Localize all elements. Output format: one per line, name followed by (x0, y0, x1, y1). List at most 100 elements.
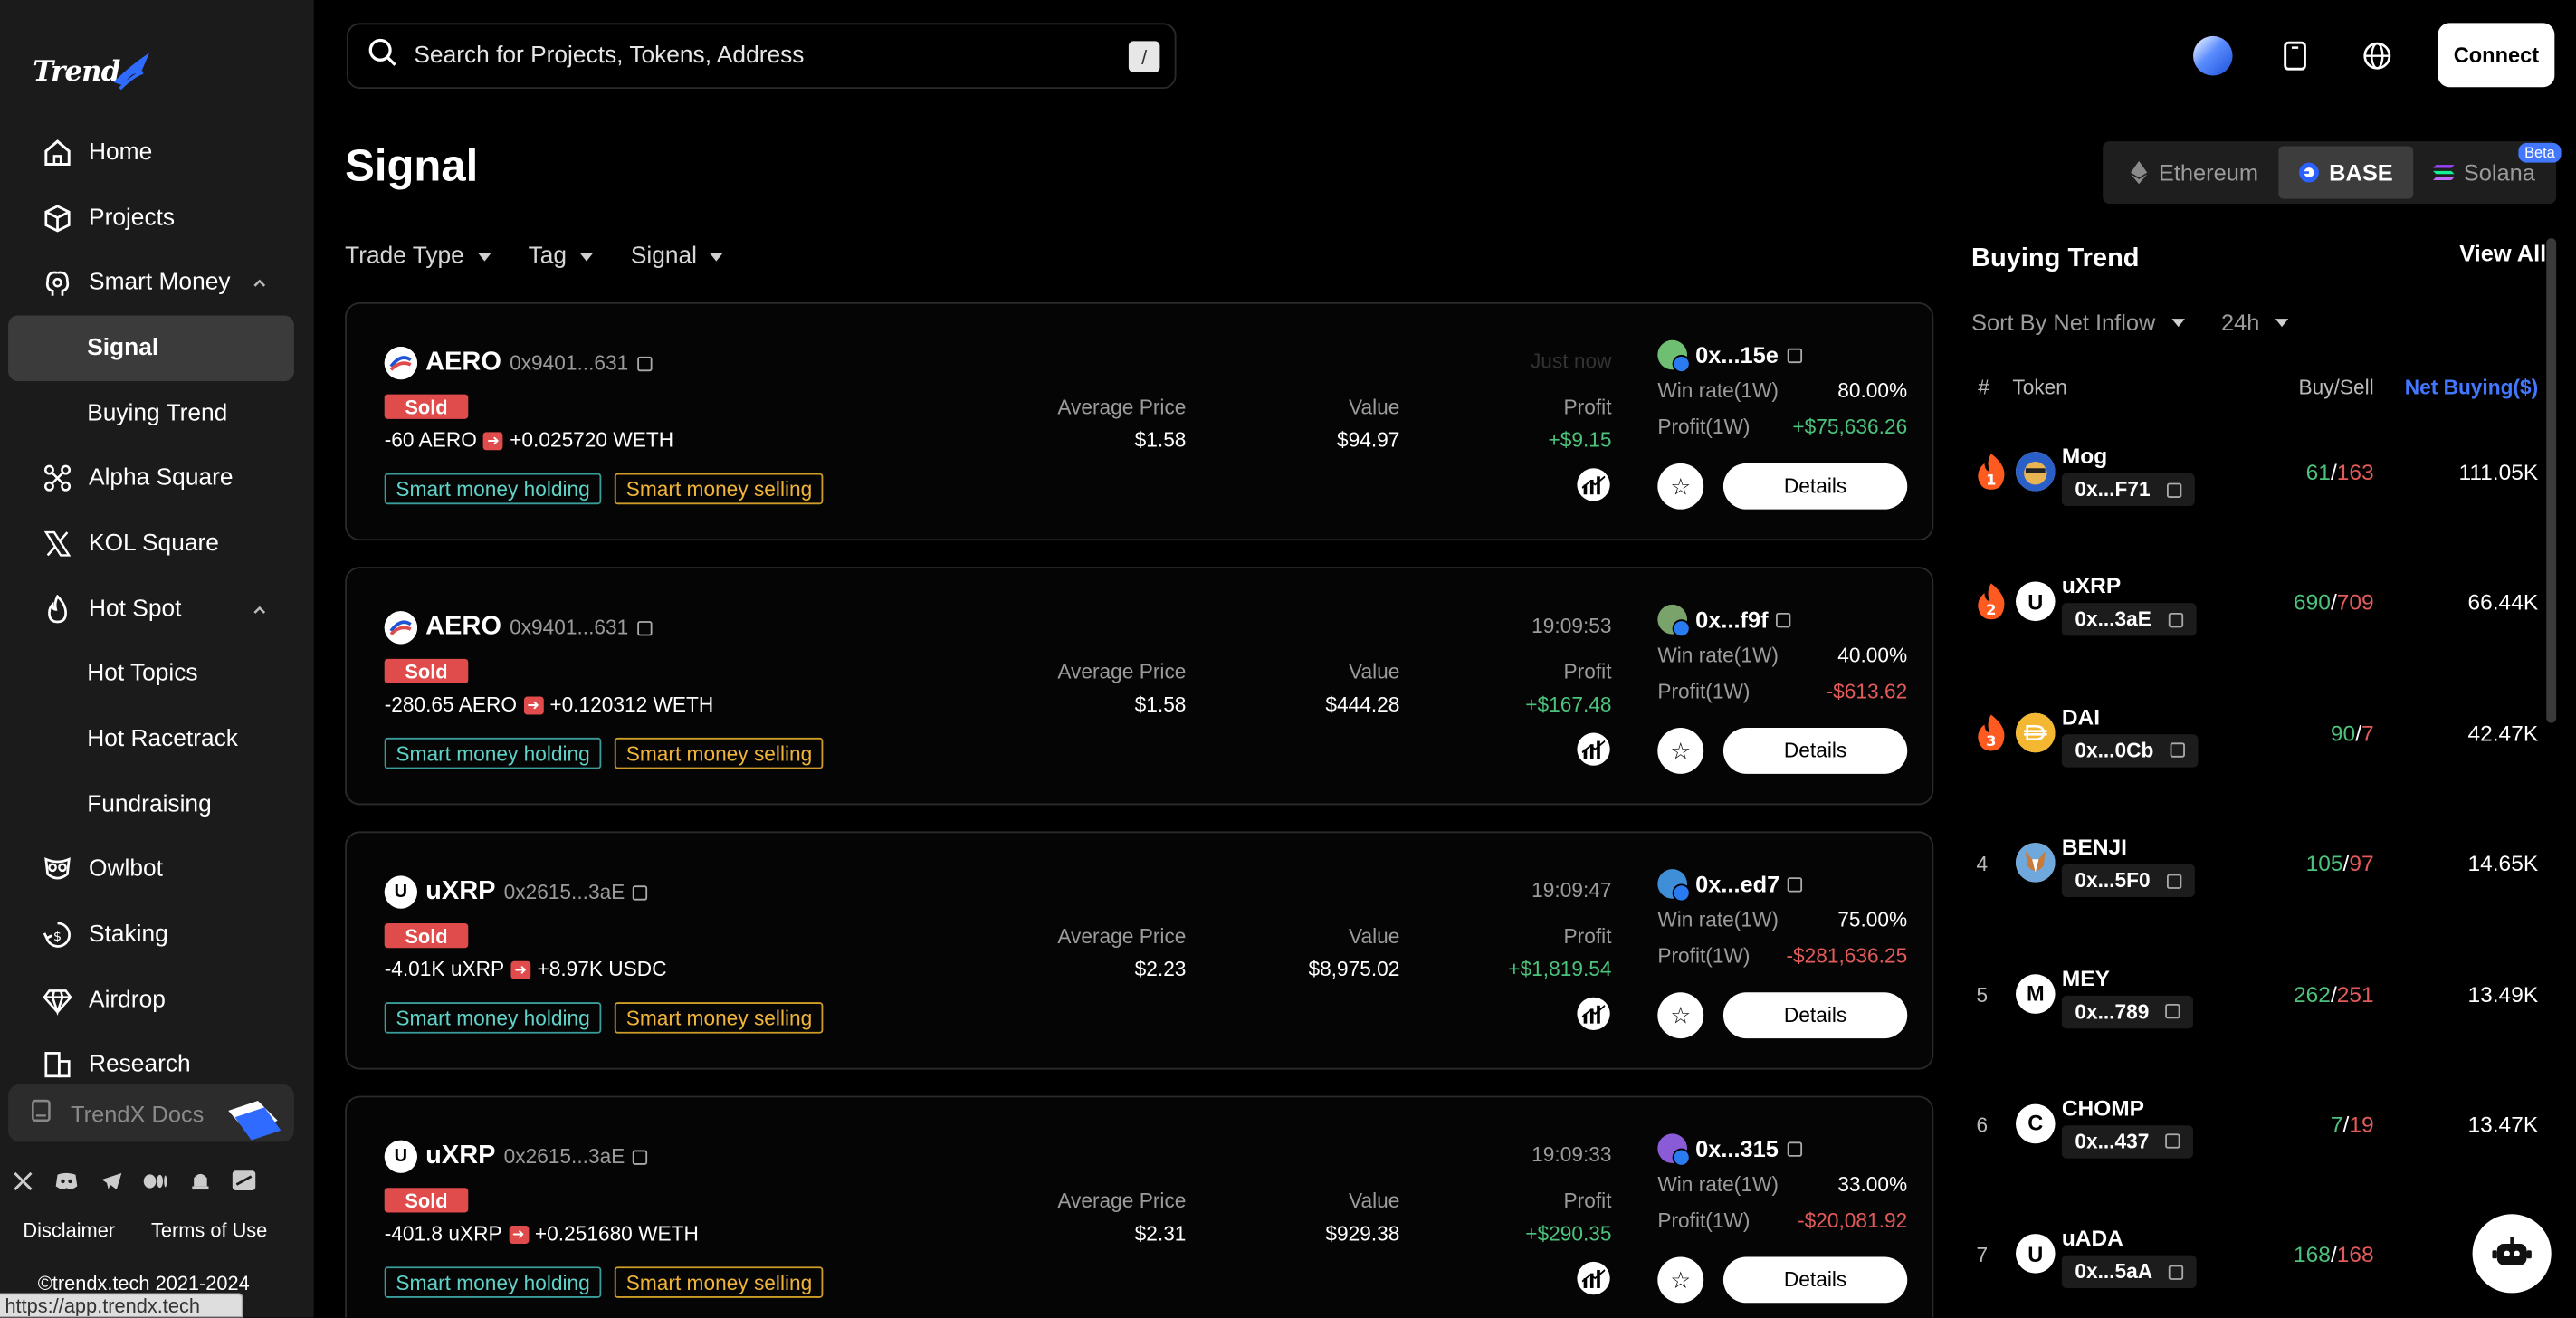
star-icon[interactable]: ☆ (1657, 1256, 1704, 1304)
token-address-chip[interactable]: 0x...3aE (2061, 603, 2196, 637)
copy-icon[interactable] (2166, 482, 2182, 498)
filter-tag[interactable]: Tag (529, 244, 594, 270)
chart-icon[interactable] (1577, 997, 1610, 1031)
col-net-buying[interactable]: Net Buying($) (2405, 377, 2538, 399)
bell-icon[interactable] (187, 1168, 212, 1192)
view-all-link[interactable]: View All (2459, 240, 2546, 266)
period-dropdown[interactable]: 24h (2221, 309, 2290, 335)
medium-icon[interactable] (143, 1168, 167, 1192)
details-button[interactable]: Details (1722, 463, 1908, 510)
token-name[interactable]: Mog (2062, 444, 2107, 468)
buying-trend-row[interactable]: 2 UuXRP 0x...3aE 690/709 66.44K (1971, 540, 2546, 670)
mobile-app-icon[interactable] (2274, 33, 2316, 76)
details-button[interactable]: Details (1722, 728, 1908, 774)
sidebar-item-home[interactable]: Home (8, 119, 294, 185)
terms-link[interactable]: Terms of Use (151, 1219, 267, 1242)
token-name[interactable]: CHOMP (2062, 1096, 2144, 1121)
token-name[interactable]: AERO (425, 349, 501, 378)
wallet-address[interactable]: 0x...ed7 (1695, 871, 1779, 897)
sidebar-item-projects[interactable]: Projects (8, 186, 294, 251)
search-input[interactable] (414, 43, 1072, 70)
gitbook-icon[interactable] (232, 1168, 256, 1192)
copy-icon[interactable] (636, 355, 652, 371)
sidebar-item-smart-money[interactable]: Smart Money (8, 251, 294, 316)
panel-scrollbar[interactable] (2546, 238, 2557, 723)
wallet-address-row[interactable]: 0x...315 (1657, 1133, 1907, 1167)
sidebar-item-owlbot[interactable]: Owlbot (8, 837, 294, 903)
tag-holding[interactable]: Smart money holding (384, 737, 602, 769)
copy-icon[interactable] (633, 884, 648, 900)
tag-holding[interactable]: Smart money holding (384, 473, 602, 505)
sidebar-item-signal[interactable]: Signal (8, 315, 294, 381)
sidebar-item-hot-racetrack[interactable]: Hot Racetrack (8, 707, 294, 772)
search-bar[interactable]: / (346, 23, 1177, 90)
token-address-chip[interactable]: 0x...0Cb (2061, 733, 2199, 768)
token-name[interactable]: BENJI (2062, 835, 2127, 859)
wallet-address-row[interactable]: 0x...f9f (1657, 604, 1907, 638)
chain-ethereum[interactable]: Ethereum (2108, 147, 2278, 199)
wallet-address[interactable]: 0x...f9f (1695, 606, 1769, 633)
buying-trend-row[interactable]: 6 C CHOMP 0x...437 7/19 13.47K (1971, 1061, 2546, 1191)
tag-holding[interactable]: Smart money holding (384, 1002, 602, 1034)
telegram-icon[interactable] (99, 1168, 123, 1192)
disclaimer-link[interactable]: Disclaimer (23, 1219, 115, 1242)
buying-trend-row[interactable]: 1 Mog 0x...F71 61/163 111.05K (1971, 409, 2546, 540)
filter-signal[interactable]: Signal (631, 244, 724, 270)
copy-icon[interactable] (2170, 742, 2185, 759)
tag-selling[interactable]: Smart money selling (615, 1266, 824, 1298)
filter-trade-type[interactable]: Trade Type (345, 244, 491, 270)
token-address-chip[interactable]: 0x...5aA (2061, 1256, 2198, 1289)
wallet-address-row[interactable]: 0x...15e (1657, 339, 1907, 374)
copy-icon[interactable] (633, 1149, 648, 1164)
trendx-docs-button[interactable]: TrendX Docs (8, 1084, 294, 1142)
chain-solana[interactable]: Solana Beta (2413, 142, 2562, 199)
buying-trend-row[interactable]: 7UuADA0x...5aA168/1681 (1971, 1191, 2546, 1317)
details-button[interactable]: Details (1722, 1256, 1908, 1304)
copy-icon[interactable] (2166, 873, 2182, 889)
token-name[interactable]: uXRP (2062, 574, 2121, 598)
sidebar-item-buying-trend[interactable]: Buying Trend (8, 381, 294, 446)
copy-icon[interactable] (636, 620, 652, 635)
star-icon[interactable]: ☆ (1657, 992, 1704, 1039)
buying-trend-row[interactable]: 5 M MEY 0x...789 262/251 13.49K (1971, 931, 2546, 1061)
token-address-chip[interactable]: 0x...789 (2061, 995, 2194, 1028)
signal-card[interactable]: UuXRP 0x2615...3aE Sold -4.01K uXRP ➜ +8.97K … (345, 831, 1934, 1070)
chevron-up-icon[interactable] (252, 597, 268, 614)
copy-icon[interactable] (1776, 612, 1792, 627)
buying-trend-row[interactable]: 3 DAI 0x...0Cb 90/7 42.47K (1971, 670, 2546, 800)
chart-icon[interactable] (1577, 1261, 1610, 1295)
token-name[interactable]: MEY (2062, 965, 2110, 989)
star-icon[interactable]: ☆ (1657, 728, 1704, 774)
sidebar-item-airdrop[interactable]: Airdrop (8, 968, 294, 1033)
chart-icon[interactable] (1577, 468, 1610, 501)
globe-icon[interactable] (2356, 33, 2399, 76)
token-name[interactable]: uADA (2062, 1227, 2123, 1251)
token-name[interactable]: uXRP (425, 877, 495, 907)
wallet-address[interactable]: 0x...315 (1695, 1135, 1779, 1161)
sidebar-item-hot-spot[interactable]: Hot Spot (8, 577, 294, 642)
signal-card[interactable]: AERO 0x9401...631 Sold -280.65 AERO ➜ +0.1203… (345, 567, 1934, 806)
tag-selling[interactable]: Smart money selling (615, 1002, 824, 1034)
chain-base[interactable]: BASE (2277, 146, 2413, 199)
token-address-chip[interactable]: 0x...F71 (2061, 473, 2195, 507)
sidebar-item-kol-square[interactable]: KOL Square (8, 511, 294, 577)
sidebar-item-staking[interactable]: $ Staking (8, 903, 294, 968)
copy-icon[interactable] (1787, 347, 1802, 363)
theme-toggle-icon[interactable] (2191, 33, 2234, 76)
token-name[interactable]: uXRP (425, 1141, 495, 1171)
tag-holding[interactable]: Smart money holding (384, 1266, 602, 1298)
chart-icon[interactable] (1577, 732, 1610, 766)
chatbot-button[interactable] (2472, 1214, 2552, 1294)
copy-icon[interactable] (2165, 1004, 2180, 1019)
wallet-address-row[interactable]: 0x...ed7 (1657, 869, 1907, 903)
buying-trend-row[interactable]: 4 BENJI 0x...5F0 105/97 14.65K (1971, 800, 2546, 931)
copy-icon[interactable] (1787, 1141, 1802, 1156)
sidebar-item-alpha-square[interactable]: Alpha Square (8, 446, 294, 511)
discord-icon[interactable] (54, 1168, 79, 1192)
token-address-chip[interactable]: 0x...5F0 (2061, 864, 2195, 898)
star-icon[interactable]: ☆ (1657, 463, 1704, 510)
copy-icon[interactable] (2165, 1134, 2180, 1150)
copy-icon[interactable] (1788, 876, 1803, 892)
x-icon[interactable] (10, 1168, 34, 1192)
sidebar-item-fundraising[interactable]: Fundraising (8, 772, 294, 837)
